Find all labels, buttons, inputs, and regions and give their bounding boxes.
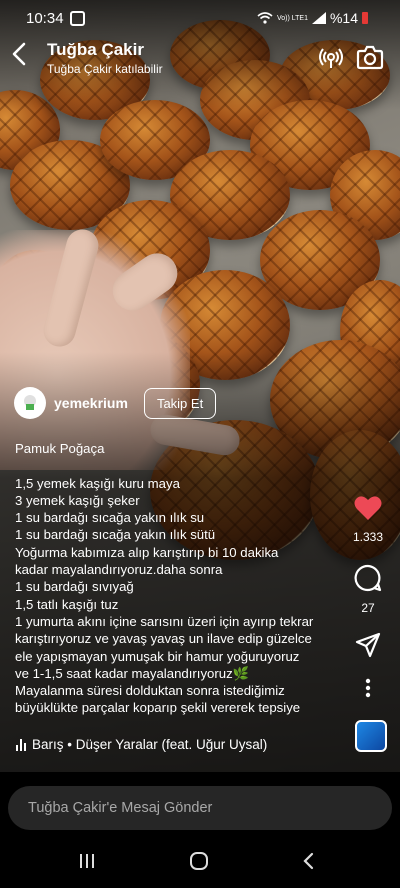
- caption-line: 3 yemek kaşığı şeker: [15, 492, 140, 508]
- heart-icon[interactable]: [354, 495, 382, 521]
- header: Tuğba Çakir Tuğba Çakir katılabilir: [0, 34, 400, 84]
- status-right: Vo)) LTE1 %14: [257, 10, 368, 26]
- post-author-row: yemekrium Takip Et: [14, 386, 217, 420]
- follow-button[interactable]: Takip Et: [143, 387, 217, 419]
- status-time: 10:34: [26, 10, 64, 27]
- battery-percent: %14: [329, 10, 358, 26]
- signal-icon: [311, 12, 326, 24]
- music-title: Barış • Düşer Yaralar (feat. Uğur Uysal): [32, 737, 268, 752]
- share-icon[interactable]: [355, 632, 381, 658]
- battery-icon: [362, 12, 368, 24]
- caption-line: ve 1-1,5 saat kadar mayalandırıyoruz🌿: [15, 665, 250, 681]
- caption-line: 1 su bardağı sıcağa yakın ılık su: [15, 510, 205, 526]
- notification-icon: •: [70, 11, 85, 26]
- caption-line: 1 yumurta akını içine sarısını üzeri içi…: [15, 613, 314, 629]
- caption-line: kadar mayalandırıyoruz.daha sonra: [15, 562, 223, 578]
- camera-icon[interactable]: [356, 44, 384, 70]
- message-placeholder: Tuğba Çakir'e Mesaj Gönder: [28, 800, 213, 816]
- system-nav-bar: [0, 842, 400, 888]
- caption-line: ele yapışmayan yumuşak bir hamur yoğuruy…: [15, 648, 300, 664]
- comment-group: 27: [350, 564, 386, 615]
- post-caption[interactable]: Pamuk Poğaça 1,5 yemek kaşığı kuru maya …: [15, 440, 345, 717]
- like-group: 1.333: [350, 495, 386, 544]
- home-icon[interactable]: [189, 852, 209, 870]
- caption-line: Mayalanma süresi dolduktan sonra istediğ…: [15, 683, 285, 699]
- caption-line: 1 su bardağı sıvıyağ: [15, 579, 134, 595]
- back-button[interactable]: [12, 42, 36, 71]
- like-count[interactable]: 1.333: [350, 530, 386, 544]
- live-broadcast-icon[interactable]: [318, 44, 344, 70]
- recent-apps-icon[interactable]: [78, 852, 96, 870]
- caption-line: 1,5 yemek kaşığı kuru maya: [15, 475, 180, 491]
- caption-line: 1 su bardağı sıcağa yakın ılık sütü: [15, 527, 216, 543]
- caption-line: Yoğurma kabımıza alıp karıştırıp bi 10 d…: [15, 544, 279, 560]
- comment-icon[interactable]: [354, 564, 382, 592]
- chef-hat-icon: [24, 395, 36, 410]
- nav-back-icon[interactable]: [302, 852, 316, 870]
- wifi-icon: [257, 12, 273, 24]
- caption-line: büyüklükte parçalar koparıp şekil verere…: [15, 700, 301, 716]
- caption-title: Pamuk Poğaça: [15, 441, 105, 456]
- author-username[interactable]: yemekrium: [54, 395, 128, 411]
- lte-indicator: Vo)) LTE1: [276, 14, 308, 22]
- share-group: [350, 632, 386, 663]
- caption-line: 1,5 tatlı kaşığı tuz: [15, 596, 119, 612]
- status-bar: 10:34 • Vo)) LTE1 %14: [0, 0, 400, 36]
- comment-count[interactable]: 27: [350, 601, 386, 615]
- profile-subtitle: Tuğba Çakir katılabilir: [47, 62, 163, 76]
- more-group: [350, 678, 386, 703]
- more-options-icon[interactable]: [365, 678, 371, 698]
- message-input[interactable]: Tuğba Çakir'e Mesaj Gönder: [8, 786, 392, 830]
- caption-line: karıştırıyoruz ve yavaş yavaş un ilave e…: [15, 631, 312, 647]
- message-bar: Tuğba Çakir'e Mesaj Gönder: [0, 772, 400, 842]
- avatar[interactable]: [14, 387, 46, 419]
- audio-bars-icon: [16, 738, 26, 751]
- profile-name[interactable]: Tuğba Çakir: [47, 40, 144, 60]
- audio-thumbnail[interactable]: [355, 720, 387, 752]
- music-info[interactable]: Barış • Düşer Yaralar (feat. Uğur Uysal): [16, 737, 267, 752]
- chevron-left-icon: [12, 42, 26, 66]
